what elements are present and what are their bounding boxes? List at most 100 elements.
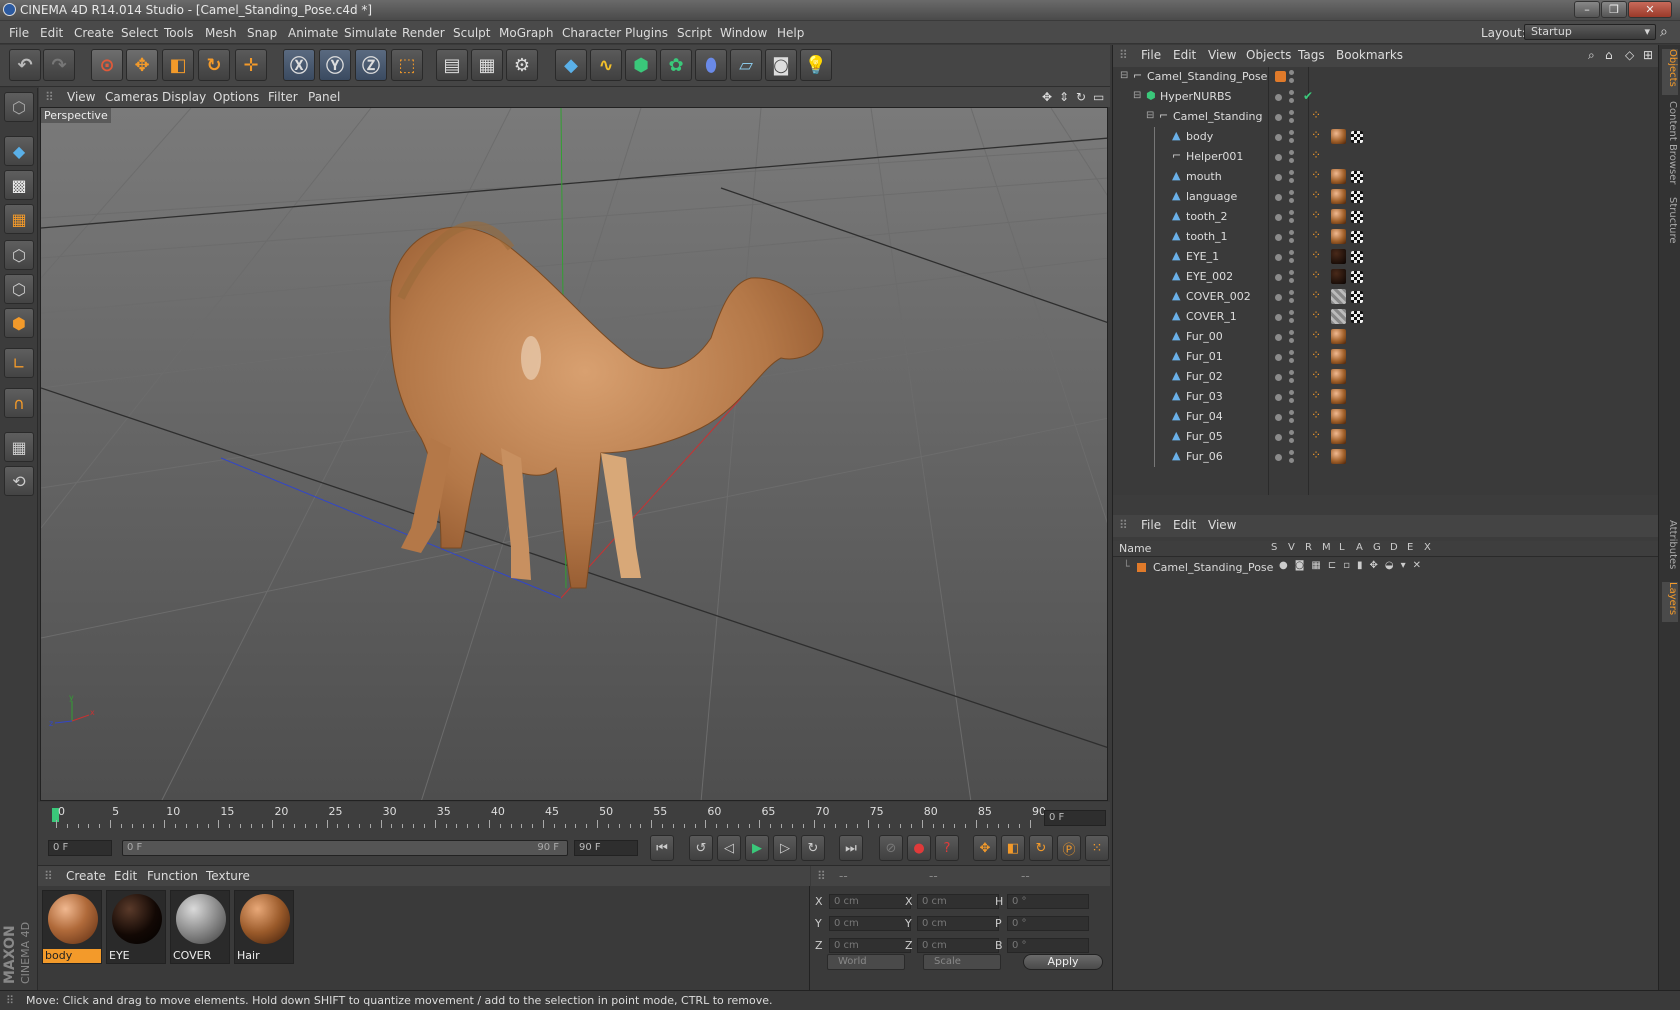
object-name[interactable]: language [1186, 190, 1237, 203]
visibility-dot-editor[interactable] [1289, 130, 1294, 135]
object-row[interactable]: ▲ Fur_01 ⁘ [1113, 347, 1659, 367]
editor-visibility-dot[interactable] [1275, 414, 1282, 421]
material-tag-icon[interactable] [1331, 369, 1346, 384]
object-name[interactable]: mouth [1186, 170, 1222, 183]
cube-icon[interactable]: ◆ [555, 49, 587, 81]
rotate-view-icon[interactable]: ↻ [1076, 90, 1086, 104]
uvw-tag-icon[interactable] [1351, 311, 1363, 323]
visibility-dot-editor[interactable] [1289, 330, 1294, 335]
menu-sculpt[interactable]: Sculpt [453, 26, 490, 40]
object-name[interactable]: COVER_1 [1186, 310, 1237, 323]
object-name[interactable]: Fur_01 [1186, 350, 1223, 363]
phong-tag-icon[interactable]: ⁘ [1311, 308, 1321, 322]
nurbs-icon[interactable]: ⬢ [625, 49, 657, 81]
pan-view-icon[interactable]: ✥ [1042, 90, 1052, 104]
material-tag-icon[interactable] [1331, 309, 1346, 324]
object-row[interactable]: ⊟ ⌐ Camel_Standing ⁘ [1113, 107, 1659, 127]
tab-structure[interactable]: Structure [1662, 197, 1678, 253]
visibility-dot-editor[interactable] [1289, 250, 1294, 255]
menu-file[interactable]: File [9, 26, 29, 40]
render-picture-viewer-icon[interactable]: ▦ [471, 49, 503, 81]
go-to-start-icon[interactable]: ⏮ [650, 835, 674, 861]
coord-value-field[interactable]: 0 cm [917, 938, 999, 953]
object-row[interactable]: ▲ COVER_1 ⁘ [1113, 307, 1659, 327]
visibility-dot-render[interactable] [1289, 358, 1294, 363]
layer-col-l[interactable]: L [1339, 542, 1345, 553]
object-name[interactable]: Fur_04 [1186, 410, 1223, 423]
visibility-dot-editor[interactable] [1289, 390, 1294, 395]
editor-visibility-dot[interactable] [1275, 194, 1282, 201]
menu-character[interactable]: Character [562, 26, 621, 40]
layer-col-name[interactable]: Name [1119, 542, 1151, 555]
viewport-menu-filter[interactable]: Filter [268, 90, 298, 104]
editor-visibility-dot[interactable] [1275, 274, 1282, 281]
visibility-dot-render[interactable] [1289, 318, 1294, 323]
object-name[interactable]: Fur_00 [1186, 330, 1223, 343]
object-name[interactable]: COVER_002 [1186, 290, 1251, 303]
phong-tag-icon[interactable]: ⁘ [1311, 148, 1321, 162]
new-panel-icon[interactable]: ⊞ [1643, 48, 1653, 62]
editor-visibility-dot[interactable] [1275, 294, 1282, 301]
perspective-viewport[interactable]: Perspective y x z [40, 107, 1108, 801]
material-menu-texture[interactable]: Texture [206, 869, 250, 883]
object-name[interactable]: tooth_2 [1186, 210, 1228, 223]
layer-col-x[interactable]: X [1424, 542, 1431, 553]
material-tag-icon[interactable] [1331, 169, 1346, 184]
recent-tool-icon[interactable]: ✛ [235, 49, 267, 81]
layer-col-a[interactable]: A [1356, 542, 1363, 553]
visibility-dot-render[interactable] [1289, 138, 1294, 143]
objmgr-menu-tags[interactable]: Tags [1298, 48, 1325, 62]
object-row[interactable]: ▲ tooth_1 ⁘ [1113, 227, 1659, 247]
start-frame-field[interactable]: 0 F [48, 840, 112, 856]
object-row[interactable]: ⌐ Helper001 ⁘ [1113, 147, 1659, 167]
layer-col-e[interactable]: E [1407, 542, 1413, 553]
uvw-tag-icon[interactable] [1351, 251, 1363, 263]
menu-select[interactable]: Select [121, 26, 158, 40]
objmgr-menu-file[interactable]: File [1141, 48, 1161, 62]
object-row[interactable]: ▲ COVER_002 ⁘ [1113, 287, 1659, 307]
menu-animate[interactable]: Animate [288, 26, 338, 40]
visibility-dot-render[interactable] [1289, 278, 1294, 283]
axis-mode-icon[interactable]: ∟ [4, 348, 34, 378]
close-button[interactable]: ✕ [1628, 1, 1672, 18]
mograph-cloner-icon[interactable]: ✿ [660, 49, 692, 81]
visibility-dot-render[interactable] [1289, 438, 1294, 443]
key-scale-icon[interactable]: ◧ [1001, 835, 1025, 861]
objmgr-menu-objects[interactable]: Objects [1246, 48, 1291, 62]
visibility-dot-render[interactable] [1289, 158, 1294, 163]
loop-icon[interactable]: ↻ [801, 835, 825, 861]
material-body[interactable]: body [42, 890, 102, 964]
maximize-button[interactable]: ❐ [1601, 1, 1627, 18]
layer-col-s[interactable]: S [1271, 542, 1277, 553]
object-name[interactable]: Helper001 [1186, 150, 1243, 163]
visibility-dot-editor[interactable] [1289, 270, 1294, 275]
visibility-dot-editor[interactable] [1289, 230, 1294, 235]
previous-key-icon[interactable]: ↺ [689, 835, 713, 861]
current-frame-field[interactable]: 0 F [1044, 810, 1106, 826]
material-tag-icon[interactable] [1331, 449, 1346, 464]
menu-mograph[interactable]: MoGraph [499, 26, 554, 40]
key-rotation-icon[interactable]: ↻ [1029, 835, 1053, 861]
editor-visibility-dot[interactable] [1275, 374, 1282, 381]
phong-tag-icon[interactable]: ⁘ [1311, 168, 1321, 182]
home-icon[interactable]: ⌂ [1605, 48, 1613, 62]
object-name[interactable]: HyperNURBS [1160, 90, 1231, 103]
visibility-dot-render[interactable] [1289, 118, 1294, 123]
coord-value-field[interactable]: 0 cm [829, 894, 911, 909]
search-icon[interactable]: ⌕ [1588, 48, 1595, 63]
deformer-icon[interactable]: ⬮ [695, 49, 727, 81]
object-name[interactable]: EYE_1 [1186, 250, 1219, 263]
editor-visibility-dot[interactable] [1275, 354, 1282, 361]
material-tag-icon[interactable] [1331, 189, 1346, 204]
layer-col-d[interactable]: D [1390, 542, 1398, 553]
visibility-dot-editor[interactable] [1289, 210, 1294, 215]
phong-tag-icon[interactable]: ⁘ [1311, 268, 1321, 282]
editor-visibility-dot[interactable] [1275, 334, 1282, 341]
menu-mesh[interactable]: Mesh [205, 26, 237, 40]
layer-flag-icons[interactable]: ●◙▦⊏▫▮✥◒▾✕ [1279, 560, 1428, 571]
visibility-dot-render[interactable] [1289, 298, 1294, 303]
layout-dropdown[interactable]: Startup ▾ [1524, 24, 1656, 40]
play-icon[interactable]: ▶ [745, 835, 769, 861]
visibility-dot-editor[interactable] [1289, 170, 1294, 175]
previous-frame-icon[interactable]: ◁ [717, 835, 741, 861]
